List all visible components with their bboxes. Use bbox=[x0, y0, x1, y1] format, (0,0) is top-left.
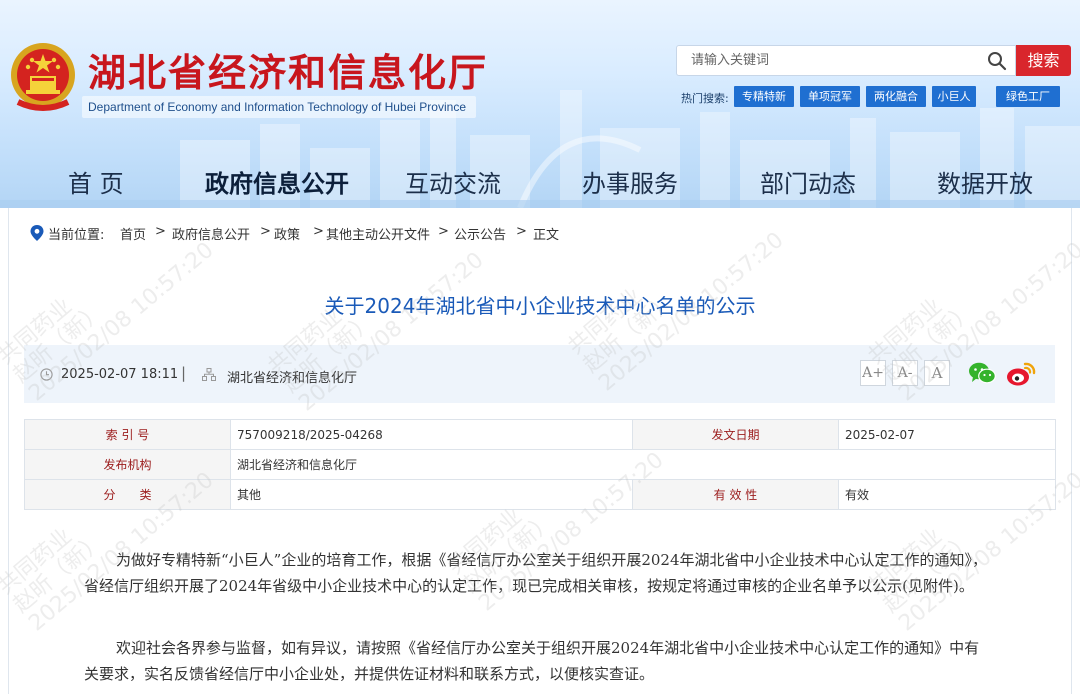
validity-label: 有 效 性 bbox=[632, 479, 839, 510]
font-default-button[interactable]: A bbox=[924, 360, 950, 386]
nav-government-info[interactable]: 政府信息公开 bbox=[205, 164, 349, 199]
site-header: 湖北省经济和信息化厅 Department of Economy and Inf… bbox=[0, 0, 1080, 208]
breadcrumb-separator: > bbox=[313, 224, 324, 239]
breadcrumb-item-other-docs[interactable]: 其他主动公开文件 bbox=[326, 224, 430, 243]
hot-search-label: 热门搜索: bbox=[681, 92, 729, 105]
nav-interaction[interactable]: 互动交流 bbox=[405, 164, 501, 199]
breadcrumb-item-gov-info[interactable]: 政府信息公开 bbox=[172, 224, 250, 243]
search-box bbox=[676, 45, 1016, 76]
organization-icon bbox=[202, 368, 216, 381]
breadcrumb-item-current: 正文 bbox=[533, 228, 560, 243]
table-row: 发布机构 湖北省经济和信息化厅 bbox=[24, 449, 1056, 480]
national-emblem-icon bbox=[11, 43, 75, 111]
site-title[interactable]: 湖北省经济和信息化厅 bbox=[88, 42, 488, 97]
site-subtitle: Department of Economy and Information Te… bbox=[82, 96, 476, 118]
breadcrumb-separator: > bbox=[438, 224, 449, 239]
article-title: 关于2024年湖北省中小企业技术中心名单的公示 bbox=[324, 294, 756, 318]
nav-open-data[interactable]: 数据开放 bbox=[937, 164, 1033, 199]
wechat-icon[interactable] bbox=[968, 361, 996, 385]
hot-tag-zhuanjingtexin[interactable]: 专精特新 bbox=[734, 86, 794, 107]
location-pin-icon bbox=[30, 225, 44, 241]
table-row: 索 引 号 757009218/2025-04268 发文日期 2025-02-… bbox=[24, 419, 1056, 450]
breadcrumb-separator: > bbox=[516, 224, 527, 239]
breadcrumb-item-home[interactable]: 首页 bbox=[120, 224, 146, 243]
weibo-icon[interactable] bbox=[1006, 361, 1036, 387]
nav-department-news[interactable]: 部门动态 bbox=[760, 164, 856, 199]
table-row: 分 类 其他 有 效 性 有效 bbox=[24, 479, 1056, 510]
publish-source: 湖北省经济和信息化厅 bbox=[227, 371, 358, 386]
category-value: 其他 bbox=[230, 479, 633, 510]
font-decrease-button[interactable]: A- bbox=[892, 360, 918, 386]
breadcrumb-separator: > bbox=[155, 224, 166, 239]
publisher-label: 发布机构 bbox=[24, 449, 231, 480]
search-input[interactable] bbox=[691, 46, 981, 75]
category-label: 分 类 bbox=[24, 479, 231, 510]
breadcrumb-item-policy[interactable]: 政策 bbox=[274, 224, 300, 243]
breadcrumb-label: 当前位置: bbox=[48, 228, 105, 243]
hot-tag-lianghuaronghe[interactable]: 两化融合 bbox=[866, 86, 926, 107]
search-icon[interactable] bbox=[987, 51, 1007, 71]
breadcrumb-item-notices[interactable]: 公示公告 bbox=[454, 224, 506, 243]
meta-separator: | bbox=[181, 364, 187, 382]
nav-services[interactable]: 办事服务 bbox=[582, 164, 678, 199]
issue-date-value: 2025-02-07 bbox=[838, 419, 1056, 450]
search-button[interactable]: 搜索 bbox=[1016, 45, 1071, 76]
body-paragraph: 为做好专精特新“小巨人”企业的培育工作，根据《省经信厅办公室关于组织开展2024… bbox=[84, 551, 988, 595]
breadcrumb-separator: > bbox=[260, 224, 271, 239]
clock-icon bbox=[40, 368, 53, 381]
index-number-value: 757009218/2025-04268 bbox=[230, 419, 633, 450]
body-paragraph: 欢迎社会各界参与监督，如有异议，请按照《省经信厅办公室关于组织开展2024年湖北… bbox=[84, 639, 980, 683]
hot-tag-danxiangguanjun[interactable]: 单项冠军 bbox=[800, 86, 860, 107]
issue-date-label: 发文日期 bbox=[632, 419, 839, 450]
document-info-table: 索 引 号 757009218/2025-04268 发文日期 2025-02-… bbox=[24, 419, 1056, 510]
publish-date: 2025-02-07 18:11 bbox=[61, 367, 179, 382]
validity-value: 有效 bbox=[838, 479, 1056, 510]
hot-tag-xiaojuren[interactable]: 小巨人 bbox=[932, 86, 976, 107]
font-increase-button[interactable]: A+ bbox=[860, 360, 886, 386]
index-number-label: 索 引 号 bbox=[24, 419, 231, 450]
nav-home[interactable]: 首 页 bbox=[68, 164, 124, 199]
hot-tag-lvsegongchang[interactable]: 绿色工厂 bbox=[996, 86, 1060, 107]
publisher-value: 湖北省经济和信息化厅 bbox=[230, 449, 1056, 480]
